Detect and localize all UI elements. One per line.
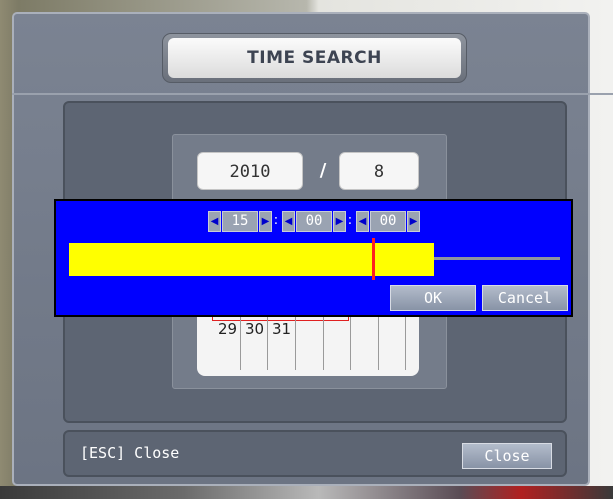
camera-background-strip <box>0 486 613 499</box>
month-field[interactable]: 8 <box>339 152 419 190</box>
year-field[interactable]: 2010 <box>197 152 303 190</box>
timeline-recorded-bar[interactable] <box>69 243 434 276</box>
close-button[interactable]: Close <box>462 443 552 469</box>
title-separator <box>12 93 613 95</box>
timeline-position-marker[interactable] <box>372 238 375 280</box>
minute-increment-icon[interactable]: ▶ <box>333 211 346 232</box>
hour-increment-icon[interactable]: ▶ <box>259 211 272 232</box>
hour-field[interactable]: 15 <box>222 211 258 232</box>
calendar-day[interactable]: 29 <box>218 320 237 338</box>
minute-field[interactable]: 00 <box>296 211 332 232</box>
minute-decrement-icon[interactable]: ◀ <box>282 211 295 232</box>
second-field[interactable]: 00 <box>370 211 406 232</box>
calendar-day[interactable]: 30 <box>245 320 264 338</box>
esc-hint: [ESC] Close <box>80 444 180 462</box>
hour-decrement-icon[interactable]: ◀ <box>208 211 221 232</box>
timeline-track[interactable] <box>434 257 560 260</box>
second-increment-icon[interactable]: ▶ <box>407 211 420 232</box>
second-decrement-icon[interactable]: ◀ <box>356 211 369 232</box>
date-separator: / <box>319 160 327 181</box>
ok-button[interactable]: OK <box>390 285 476 311</box>
time-separator: : <box>347 213 353 228</box>
time-separator: : <box>273 213 279 228</box>
dialog-title: TIME SEARCH <box>168 38 461 78</box>
cancel-button[interactable]: Cancel <box>482 285 568 311</box>
calendar-day[interactable]: 31 <box>272 320 291 338</box>
